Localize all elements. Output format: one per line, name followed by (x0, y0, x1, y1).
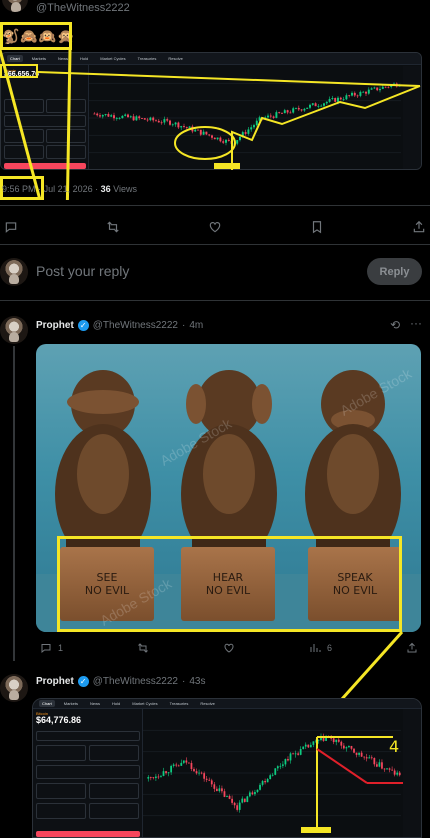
divider (0, 300, 430, 301)
monkey-see-no-evil (55, 370, 151, 564)
views-icon[interactable]: 6 (309, 642, 332, 654)
reply-icon[interactable]: 1 (40, 642, 63, 654)
meta-separator: · (95, 184, 99, 194)
annotation-number: 4 (389, 737, 400, 756)
post-meta: 9:56 PM · Jul 21, 2026 · 36 Views (2, 184, 137, 194)
reply-header: Prophet ✓ @TheWitness2222 · 43s (36, 676, 205, 687)
reply-input[interactable]: Post your reply (36, 263, 129, 279)
reply-header: Prophet ✓ @TheWitness2222 · 4m (36, 320, 203, 331)
chart-screenshot-bottom[interactable]: Chart Markets News Hold Market Cycles Treasur… (32, 698, 422, 838)
meta-separator: · (181, 676, 186, 687)
annotation-overlay-top (0, 49, 421, 200)
annotation-overlay-bottom (301, 736, 403, 833)
views-label: Views (113, 184, 138, 194)
verified-badge-icon: ✓ (77, 676, 89, 687)
display-name[interactable]: Prophet (36, 320, 74, 331)
grok-icon[interactable]: ⟲ (390, 318, 400, 332)
repost-icon[interactable] (106, 220, 120, 234)
post-date[interactable]: Jul 21, 2026 (44, 184, 93, 194)
reply-age[interactable]: 4m (189, 320, 203, 331)
verified-badge-icon: ✓ (77, 320, 89, 331)
repost-icon[interactable] (137, 642, 149, 654)
reply-action-bar: 1 6 (36, 642, 422, 654)
divider (0, 244, 430, 245)
heart-icon[interactable] (208, 220, 222, 234)
reply-handle[interactable]: @TheWitness2222 (93, 676, 178, 687)
divider (0, 205, 430, 206)
views-count: 36 (100, 184, 111, 194)
plaques-highlight-box (57, 536, 402, 632)
share-icon[interactable] (412, 220, 426, 234)
reply-avatar[interactable] (0, 674, 28, 702)
reply-button[interactable]: Reply (367, 258, 422, 285)
reply-icon[interactable] (4, 220, 18, 234)
reply-count: 1 (58, 643, 64, 653)
more-options-icon[interactable]: ··· (410, 316, 422, 330)
thread-line (13, 346, 15, 661)
heart-icon[interactable] (223, 642, 235, 654)
display-name[interactable]: Prophet (36, 676, 74, 687)
reply-avatar[interactable] (0, 316, 28, 344)
post-time[interactable]: 9:56 PM (2, 184, 36, 194)
bookmark-icon[interactable] (310, 220, 324, 234)
meta-separator: · (181, 320, 186, 331)
views-count: 6 (326, 643, 332, 653)
reply-age[interactable]: 43s (189, 676, 205, 687)
meta-separator: · (38, 184, 42, 194)
reply-handle[interactable]: @TheWitness2222 (93, 320, 178, 331)
my-avatar[interactable] (0, 258, 28, 286)
share-icon[interactable] (406, 642, 418, 654)
post-action-bar (0, 220, 430, 234)
